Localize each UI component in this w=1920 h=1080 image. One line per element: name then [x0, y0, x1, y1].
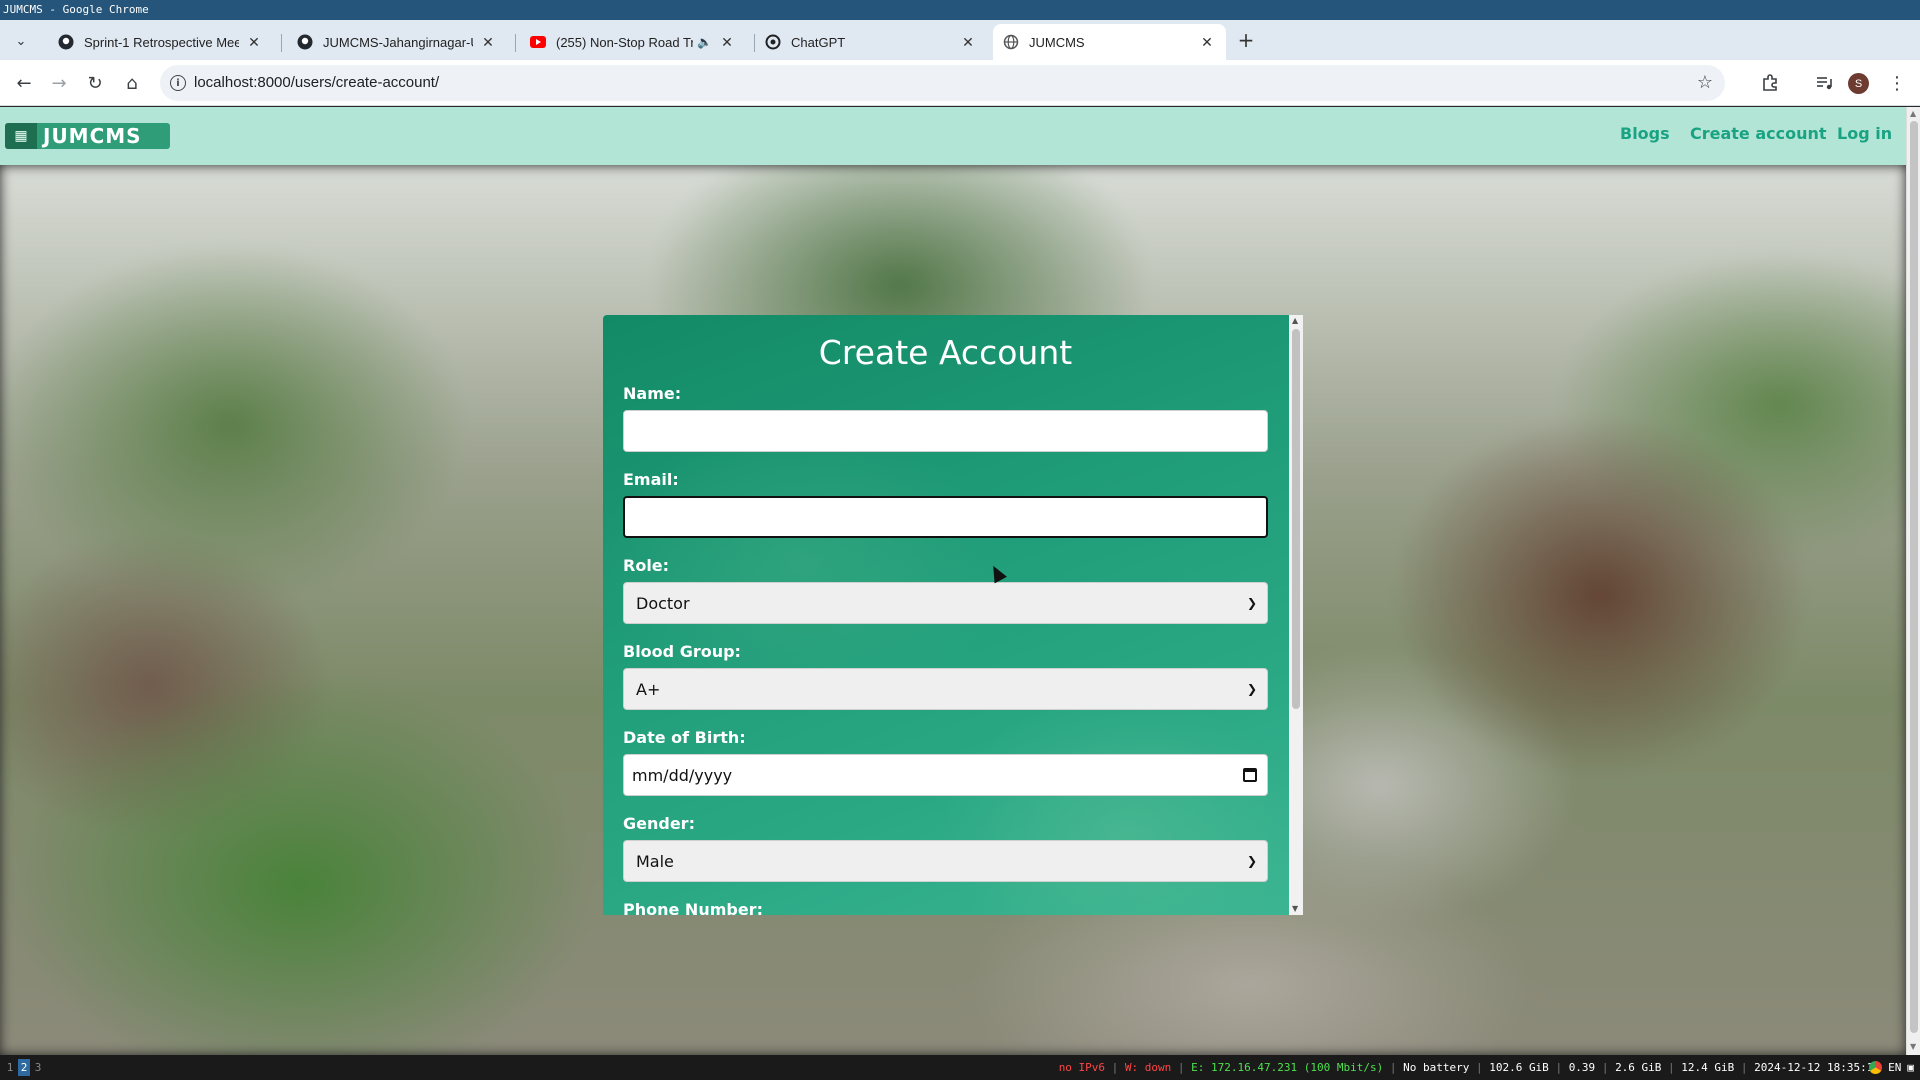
email-label: Email:	[623, 470, 679, 489]
language-indicator[interactable]: EN	[1888, 1061, 1901, 1074]
new-tab-plus-icon[interactable]: +	[1234, 28, 1258, 52]
scroll-up-arrow-icon[interactable]: ▲	[1292, 316, 1298, 325]
tab-sprint-retrospective[interactable]: Sprint-1 Retrospective Meet ✕	[48, 24, 273, 60]
status-info: no IPv6 | W: down | E: 172.16.47.231 (10…	[1058, 1061, 1880, 1074]
close-icon[interactable]: ✕	[959, 33, 977, 51]
email-input[interactable]	[623, 496, 1268, 538]
tab-search-chevron-icon[interactable]: ⌄	[10, 30, 32, 52]
forward-arrow-icon[interactable]: →	[47, 71, 71, 95]
tab-chatgpt[interactable]: ChatGPT ✕	[755, 24, 987, 60]
chevron-down-icon: ❯	[1246, 682, 1257, 696]
ipv6-status: no IPv6	[1058, 1061, 1106, 1074]
card-scrollbar-thumb[interactable]	[1292, 329, 1300, 709]
window-title: JUMCMS - Google Chrome	[0, 0, 1920, 20]
blood-group-selected-value: A+	[636, 679, 661, 699]
youtube-icon	[530, 34, 546, 50]
github-icon	[297, 34, 313, 50]
tab-youtube[interactable]: (255) Non-Stop Road Trip 🔈 ✕	[520, 24, 746, 60]
url-text[interactable]: localhost:8000/users/create-account/	[194, 65, 439, 101]
close-icon[interactable]: ✕	[1198, 33, 1216, 51]
tab-label: (255) Non-Stop Road Trip	[556, 34, 694, 50]
kebab-menu-icon[interactable]: ⋮	[1885, 71, 1909, 95]
card-scrollbar[interactable]: ▲ ▼	[1289, 315, 1303, 915]
create-account-card: Create Account Name: Email: Role: Doctor…	[603, 315, 1303, 915]
gender-select[interactable]: Male ❯	[623, 840, 1268, 882]
tab-strip: ⌄ Sprint-1 Retrospective Meet ✕ JUMCMS-J…	[0, 20, 1920, 60]
building-icon: ▦	[5, 123, 37, 149]
chatgpt-icon	[765, 34, 781, 50]
name-label: Name:	[623, 384, 682, 403]
workspace-2[interactable]: 2	[18, 1059, 30, 1076]
tab-divider	[281, 34, 282, 52]
site-info-icon[interactable]: i	[170, 75, 186, 91]
tab-jumcms-github[interactable]: JUMCMS-Jahangirnagar-Un ✕	[287, 24, 507, 60]
page-viewport: ▦ JUMCMS Blogs Create account Log in Cre…	[0, 107, 1920, 1055]
tab-label: JUMCMS-Jahangirnagar-Un	[323, 34, 473, 50]
dob-placeholder: mm/dd/yyyy	[632, 765, 733, 785]
nav-link-login[interactable]: Log in	[1837, 124, 1892, 143]
globe-icon	[1003, 34, 1019, 50]
os-status-bar: 1 2 3 no IPv6 | W: down | E: 172.16.47.2…	[0, 1055, 1920, 1080]
chevron-down-icon: ❯	[1246, 596, 1257, 610]
page-scrollbar[interactable]: ▲ ▼	[1906, 107, 1920, 1055]
battery-status: No battery	[1403, 1061, 1470, 1074]
home-icon[interactable]: ⌂	[120, 71, 144, 95]
memory-total: 12.4 GiB	[1681, 1061, 1735, 1074]
chevron-down-icon: ❯	[1246, 854, 1257, 868]
disk-status: 102.6 GiB	[1489, 1061, 1549, 1074]
dob-date-input[interactable]: mm/dd/yyyy	[623, 754, 1268, 796]
reload-icon[interactable]: ↻	[83, 71, 107, 95]
gender-label: Gender:	[623, 814, 695, 833]
browser-toolbar: ← → ↻ ⌂ i localhost:8000/users/create-ac…	[0, 60, 1920, 106]
profile-avatar[interactable]: S	[1848, 73, 1869, 94]
tab-label: JUMCMS	[1029, 34, 1085, 50]
clock: 2024-12-12 18:35:10	[1754, 1061, 1880, 1074]
site-navbar: ▦ JUMCMS Blogs Create account Log in	[0, 107, 1906, 165]
blood-group-label: Blood Group:	[623, 642, 741, 661]
bookmark-star-icon[interactable]: ☆	[1697, 72, 1713, 93]
media-controls-icon[interactable]	[1812, 71, 1836, 95]
github-icon	[58, 34, 74, 50]
speaker-icon[interactable]: 🔈	[697, 35, 712, 49]
tab-label: Sprint-1 Retrospective Meet	[84, 34, 239, 50]
blood-group-select[interactable]: A+ ❯	[623, 668, 1268, 710]
tab-jumcms[interactable]: JUMCMS ✕	[993, 24, 1226, 60]
form-title: Create Account	[818, 333, 1073, 372]
load-status: 0.39	[1568, 1061, 1596, 1074]
calendar-icon[interactable]	[1243, 768, 1257, 782]
close-icon[interactable]: ✕	[718, 33, 736, 51]
workspace-3[interactable]: 3	[32, 1059, 44, 1076]
site-logo[interactable]: ▦ JUMCMS	[5, 123, 170, 149]
phone-label: Phone Number:	[623, 900, 763, 915]
dob-label: Date of Birth:	[623, 728, 746, 747]
role-select[interactable]: Doctor ❯	[623, 582, 1268, 624]
wifi-status: W: down	[1124, 1061, 1172, 1074]
gender-selected-value: Male	[636, 851, 674, 871]
ethernet-status: E: 172.16.47.231 (100 Mbit/s)	[1191, 1061, 1384, 1074]
scroll-up-arrow-icon[interactable]: ▲	[1910, 109, 1916, 118]
close-icon[interactable]: ✕	[479, 33, 497, 51]
system-tray: EN ▣	[1869, 1061, 1914, 1074]
workspace-1[interactable]: 1	[4, 1059, 16, 1076]
close-icon[interactable]: ✕	[245, 33, 263, 51]
nav-link-blogs[interactable]: Blogs	[1620, 124, 1670, 143]
chrome-icon[interactable]	[1869, 1061, 1883, 1074]
extensions-puzzle-icon[interactable]	[1758, 71, 1782, 95]
role-selected-value: Doctor	[636, 593, 690, 613]
page-scrollbar-thumb[interactable]	[1910, 121, 1918, 1033]
name-input[interactable]	[623, 410, 1268, 452]
scroll-down-arrow-icon[interactable]: ▼	[1292, 904, 1298, 913]
tab-divider	[515, 34, 516, 52]
memory-used: 2.6 GiB	[1615, 1061, 1662, 1074]
nav-link-create-account[interactable]: Create account	[1690, 124, 1827, 143]
scroll-down-arrow-icon[interactable]: ▼	[1910, 1042, 1916, 1051]
address-bar[interactable]: i localhost:8000/users/create-account/ ☆	[160, 65, 1725, 101]
tab-label: ChatGPT	[791, 34, 846, 50]
role-label: Role:	[623, 556, 670, 575]
logo-text: JUMCMS	[43, 124, 142, 148]
create-account-form: Create Account Name: Email: Role: Doctor…	[623, 315, 1268, 915]
back-arrow-icon[interactable]: ←	[12, 71, 36, 95]
screen-icon[interactable]: ▣	[1907, 1061, 1914, 1074]
